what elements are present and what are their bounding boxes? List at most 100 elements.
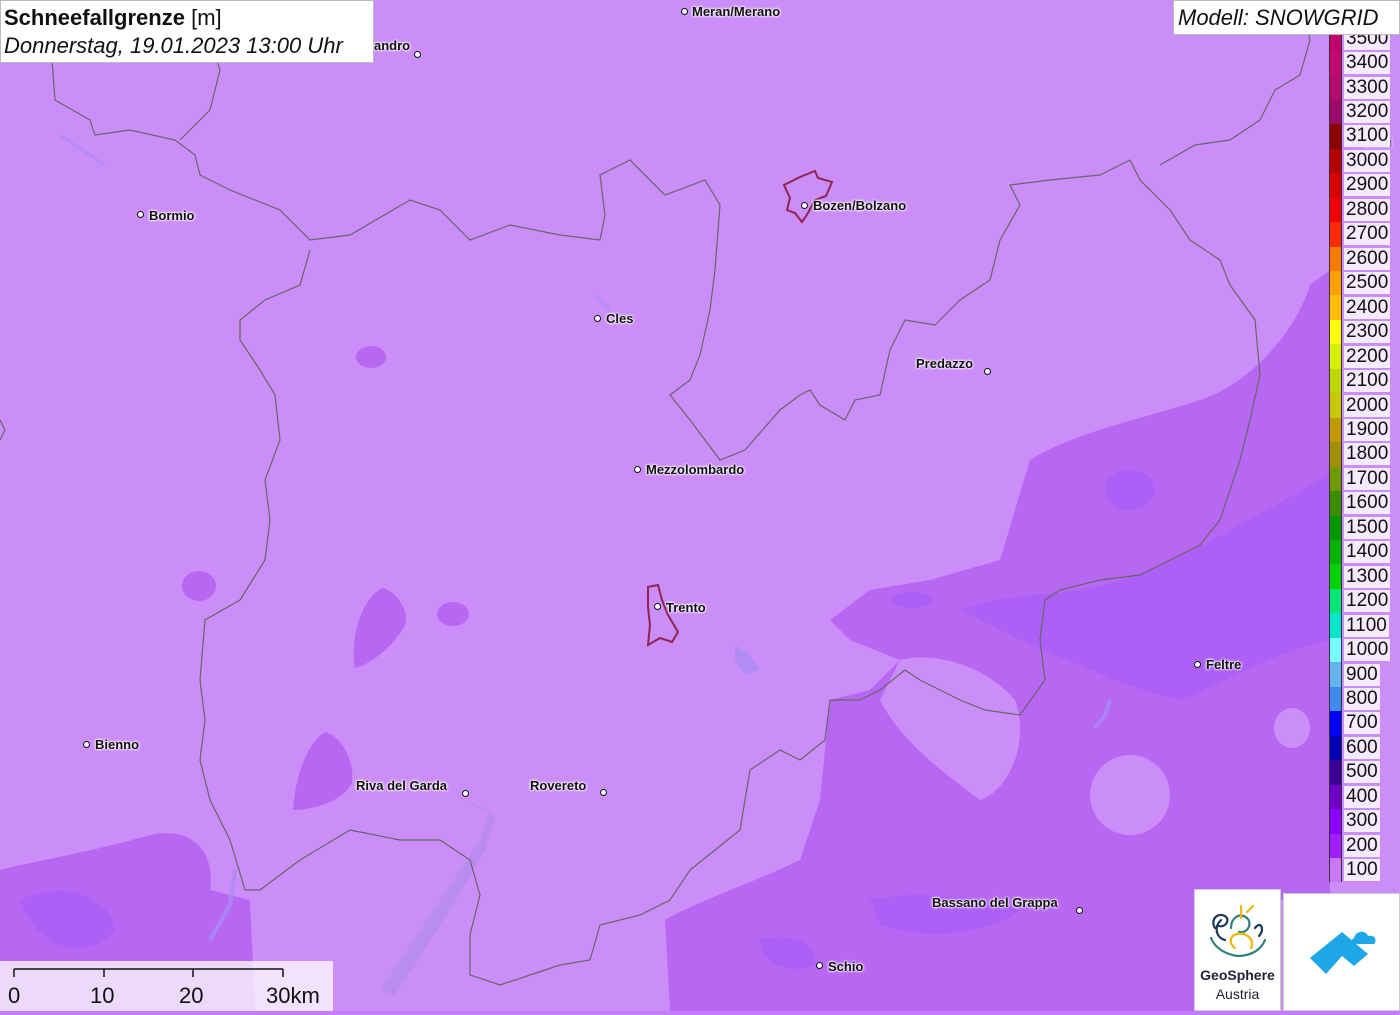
city-dot-schio[interactable] [816, 962, 823, 969]
legend-row-3000: 3000 [1329, 148, 1400, 174]
legend-row-1200: 1200 [1329, 588, 1400, 614]
legend-label: 2500 [1344, 272, 1391, 295]
legend-label: 2800 [1344, 198, 1391, 221]
city-label-schio[interactable]: Schio [828, 959, 863, 975]
legend-row-600: 600 [1329, 735, 1400, 761]
city-dot-bozen[interactable] [801, 202, 808, 209]
city-dot-bassano[interactable] [1076, 907, 1083, 914]
legend-row-2000: 2000 [1329, 393, 1400, 418]
legend-swatch [1329, 711, 1342, 736]
legend-row-2100: 2100 [1329, 368, 1400, 394]
city-label-mezzolombardo[interactable]: Mezzolombardo [646, 462, 744, 478]
legend-label: 200 [1344, 834, 1380, 857]
legend-swatch [1329, 491, 1342, 516]
legend-row-3200: 3200 [1329, 99, 1400, 125]
geosphere-logo[interactable]: GeoSphere Austria [1194, 889, 1281, 1011]
legend-swatch [1329, 833, 1342, 858]
legend-label: 800 [1344, 688, 1380, 710]
legend-row-1700: 1700 [1329, 466, 1400, 492]
legend-label: 300 [1344, 810, 1380, 833]
model-label: Modell: SNOWGRID [1173, 0, 1400, 35]
legend-label: 3400 [1344, 52, 1391, 75]
legend-row-800: 800 [1329, 686, 1400, 712]
city-label-bormio[interactable]: Bormio [149, 208, 195, 224]
legend-label: 1700 [1344, 467, 1391, 490]
map-title-panel: Schneefallgrenze [m] Donnerstag, 19.01.2… [0, 0, 374, 63]
scale-label-10: 10 [90, 983, 115, 1008]
legend-label: 3300 [1344, 76, 1391, 99]
legend-row-200: 200 [1329, 833, 1400, 858]
legend-label: 1600 [1344, 492, 1391, 515]
legend-row-2900: 2900 [1329, 173, 1400, 198]
legend-label: 2400 [1344, 296, 1391, 319]
legend-row-2600: 2600 [1329, 246, 1400, 271]
legend-row-2300: 2300 [1329, 319, 1400, 345]
legend-swatch [1329, 75, 1342, 100]
legend-label: 900 [1344, 663, 1380, 686]
city-dot-feltre[interactable] [1194, 661, 1201, 668]
map-title: Schneefallgrenze [m] [4, 4, 373, 32]
legend-swatch [1329, 222, 1342, 247]
city-label-riva[interactable]: Riva del Garda [356, 778, 447, 794]
city-dot-cles[interactable] [594, 315, 601, 322]
city-label-meran[interactable]: Meran/Merano [692, 4, 780, 20]
color-legend: 3500 3400 3300 3200 3100 3000 2900 2800 2700 2600… [1329, 35, 1400, 891]
legend-row-400: 400 [1329, 784, 1400, 810]
geosphere-emblem-icon [1209, 904, 1267, 958]
city-label-feltre[interactable]: Feltre [1206, 657, 1241, 673]
title-main: Schneefallgrenze [4, 5, 185, 30]
city-label-rovereto[interactable]: Rovereto [530, 778, 586, 794]
legend-row-2500: 2500 [1329, 271, 1400, 296]
city-label-silandro[interactable]: andro [374, 38, 410, 54]
snowline-map[interactable] [0, 0, 1400, 1011]
city-label-bienno[interactable]: Bienno [95, 737, 139, 753]
city-dot-bienno[interactable] [83, 741, 90, 748]
legend-swatch [1329, 662, 1342, 687]
title-unit: [m] [191, 5, 222, 30]
forecast-datetime: Donnerstag, 19.01.2023 13:00 Uhr [4, 33, 343, 58]
legend-swatch [1329, 466, 1342, 492]
legend-swatch [1329, 124, 1342, 149]
app-logo[interactable] [1283, 893, 1400, 1011]
legend-label: 3500 [1344, 35, 1391, 50]
city-dot-riva[interactable] [462, 790, 469, 797]
city-label-bozen[interactable]: Bozen/Bolzano [813, 198, 906, 214]
legend-swatch [1329, 442, 1342, 467]
legend-label: 1500 [1344, 516, 1391, 539]
app-logo-icon [1310, 931, 1376, 974]
legend-swatch [1329, 148, 1342, 174]
geosphere-name: GeoSphere [1200, 967, 1275, 983]
legend-row-100: 100 [1329, 857, 1400, 883]
legend-label: 700 [1344, 712, 1380, 735]
city-dot-mezzolombardo[interactable] [634, 466, 641, 473]
legend-row-1100: 1100 [1329, 613, 1400, 638]
city-label-bassano[interactable]: Bassano del Grappa [932, 895, 1058, 911]
legend-swatch [1329, 197, 1342, 223]
legend-row-3500: 3500 [1329, 35, 1400, 51]
legend-label: 100 [1344, 859, 1380, 882]
city-label-cles[interactable]: Cles [606, 311, 633, 327]
legend-label: 3000 [1344, 149, 1391, 172]
city-dot-trento[interactable] [654, 603, 661, 610]
legend-row-3300: 3300 [1329, 75, 1400, 100]
legend-row-1400: 1400 [1329, 540, 1400, 565]
city-label-predazzo[interactable]: Predazzo [916, 356, 973, 372]
legend-swatch [1329, 735, 1342, 761]
legend-row-1900: 1900 [1329, 417, 1400, 443]
legend-swatch [1329, 368, 1342, 394]
legend-row-1000: 1000 [1329, 637, 1400, 663]
legend-label: 2600 [1344, 247, 1391, 270]
city-dot-rovereto[interactable] [600, 789, 607, 796]
city-dot-meran[interactable] [681, 8, 688, 15]
legend-swatch [1329, 271, 1342, 296]
city-dot-bormio[interactable] [137, 211, 144, 218]
city-dot-silandro[interactable] [414, 51, 421, 58]
legend-swatch [1329, 99, 1342, 125]
legend-swatch [1329, 35, 1342, 51]
city-dot-predazzo[interactable] [984, 368, 991, 375]
legend-label: 3200 [1344, 101, 1391, 124]
scale-label-20: 20 [179, 983, 204, 1008]
city-label-trento[interactable]: Trento [666, 600, 706, 616]
legend-label: 1200 [1344, 590, 1391, 613]
legend-row-3400: 3400 [1329, 50, 1400, 76]
